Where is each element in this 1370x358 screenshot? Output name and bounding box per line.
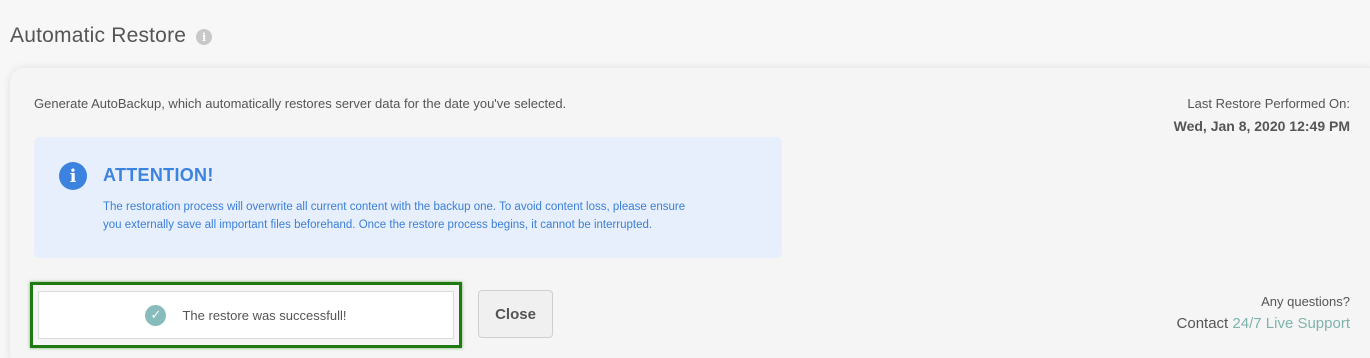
- success-message: The restore was successfull!: [182, 307, 347, 323]
- success-status-box: ✓ The restore was successfull!: [38, 291, 454, 339]
- section-header: Automatic Restore i: [10, 24, 213, 48]
- page-title: Automatic Restore: [10, 24, 187, 47]
- last-restore-info: Last Restore Performed On: Wed, Jan 8, 2…: [1174, 96, 1350, 134]
- attention-line-2: you externally save all important files …: [103, 219, 653, 231]
- last-restore-label: Last Restore Performed On:: [1187, 96, 1350, 111]
- attention-message: The restoration process will overwrite a…: [103, 198, 773, 234]
- attention-alert: i ATTENTION! The restoration process wil…: [34, 137, 782, 258]
- info-icon: i: [59, 162, 87, 190]
- questions-label: Any questions?: [1261, 294, 1350, 309]
- info-icon[interactable]: i: [196, 29, 213, 45]
- check-circle-icon: ✓: [145, 304, 167, 326]
- attention-line-1: The restoration process will overwrite a…: [103, 201, 686, 213]
- automatic-restore-page: Automatic Restore i Generate AutoBackup,…: [0, 0, 1370, 358]
- last-restore-date: Wed, Jan 8, 2020 12:49 PM: [1173, 118, 1350, 134]
- success-highlight: ✓ The restore was successfull!: [30, 282, 462, 348]
- live-support-link[interactable]: 24/7 Live Support: [1232, 315, 1350, 332]
- contact-prefix: Contact: [1176, 315, 1229, 332]
- attention-heading: ATTENTION!: [103, 165, 214, 185]
- close-button[interactable]: Close: [478, 290, 553, 338]
- support-info: Any questions? Contact 24/7 Live Support: [1177, 294, 1350, 332]
- contact-line: Contact 24/7 Live Support: [1177, 315, 1350, 332]
- restore-description: Generate AutoBackup, which automatically…: [34, 96, 567, 111]
